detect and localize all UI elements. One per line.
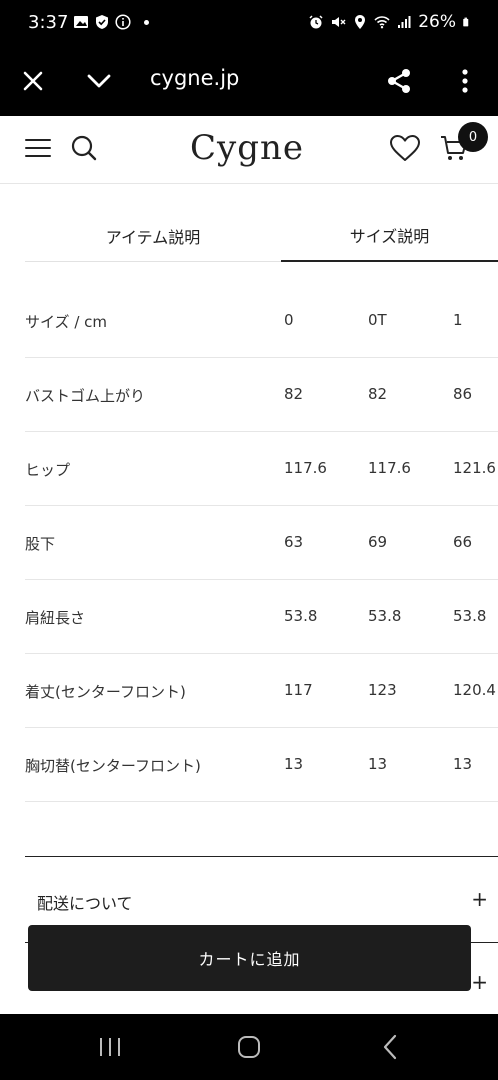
table-row: 着丈(センターフロント) 117 123 120.4 xyxy=(25,654,498,728)
status-system-icons: 26% xyxy=(308,12,472,32)
row-label: バストゴム上がり xyxy=(25,387,146,405)
table-row: 股下 63 69 66 xyxy=(25,506,498,580)
heart-icon[interactable] xyxy=(389,130,421,166)
browser-toolbar: cygne.jp xyxy=(0,46,498,116)
status-notification-icons xyxy=(73,14,149,30)
size-cell: 53.8 xyxy=(368,607,402,625)
row-label: サイズ / cm xyxy=(25,313,107,331)
table-row: 胸切替(センターフロント) 13 13 13 xyxy=(25,728,498,802)
gallery-icon xyxy=(74,16,88,28)
size-cell: 117 xyxy=(284,681,313,699)
row-label: 胸切替(センターフロント) xyxy=(25,757,201,775)
home-icon[interactable] xyxy=(229,1032,269,1062)
more-options-icon[interactable] xyxy=(446,62,484,100)
menu-icon[interactable] xyxy=(22,130,54,166)
size-cell: 86 xyxy=(453,385,473,403)
size-cell: 82 xyxy=(368,385,388,403)
back-icon[interactable] xyxy=(370,1032,410,1062)
add-to-cart-button[interactable]: カートに追加 xyxy=(28,925,471,991)
size-cell: 63 xyxy=(284,533,304,551)
size-cell: 0 xyxy=(284,311,294,329)
size-cell: 53.8 xyxy=(284,607,318,625)
notification-dot-icon xyxy=(144,19,149,25)
alarm-icon xyxy=(309,15,323,29)
size-cell: 66 xyxy=(453,533,473,551)
plus-icon[interactable]: + xyxy=(471,970,488,994)
size-cell: 13 xyxy=(453,755,473,773)
size-cell: 69 xyxy=(368,533,388,551)
size-cell: 121.6 xyxy=(453,459,496,477)
cart-count-badge[interactable]: 0 xyxy=(458,122,488,152)
shield-icon xyxy=(96,15,108,29)
size-cell: 53.8 xyxy=(453,607,487,625)
size-cell: 117.6 xyxy=(368,459,411,477)
size-cell: 13 xyxy=(284,755,304,773)
table-row: バストゴム上がり 82 82 86 xyxy=(25,358,498,432)
row-label: 股下 xyxy=(25,535,56,553)
tab-item-description[interactable]: アイテム説明 xyxy=(25,210,281,262)
mute-icon xyxy=(332,17,346,27)
tab-size-description[interactable]: サイズ説明 xyxy=(281,210,498,262)
size-cell: 13 xyxy=(368,755,388,773)
table-row: ヒップ 117.6 117.6 121.6 xyxy=(25,432,498,506)
site-header: Cygne xyxy=(0,116,498,184)
chevron-down-icon[interactable] xyxy=(80,62,118,100)
share-icon[interactable] xyxy=(380,62,418,100)
battery-level: 26% xyxy=(418,12,456,32)
status-bar: 3:37 26% xyxy=(0,0,498,46)
size-cell: 0T xyxy=(368,311,387,329)
location-icon xyxy=(355,15,366,29)
info-icon xyxy=(115,14,131,30)
size-cell: 120.4 xyxy=(453,681,496,699)
status-time: 3:37 xyxy=(28,12,69,33)
size-cell: 123 xyxy=(368,681,397,699)
plus-icon[interactable]: + xyxy=(471,887,488,911)
system-nav-bar xyxy=(0,1014,498,1080)
close-icon[interactable] xyxy=(14,62,52,100)
row-label: 肩紐長さ xyxy=(25,609,86,627)
row-label: 着丈(センターフロント) xyxy=(25,683,186,701)
battery-icon xyxy=(463,17,469,27)
signal-icon xyxy=(398,16,411,28)
table-row: サイズ / cm 0 0T 1 xyxy=(25,284,498,358)
size-cell: 1 xyxy=(453,311,463,329)
size-cell: 82 xyxy=(284,385,304,403)
search-icon[interactable] xyxy=(68,130,100,166)
size-table: サイズ / cm 0 0T 1 バストゴム上がり 82 82 86 ヒップ 11… xyxy=(25,284,498,802)
row-label: ヒップ xyxy=(25,461,71,479)
accordion-label: 配送について xyxy=(37,894,133,913)
recent-apps-icon[interactable] xyxy=(90,1032,130,1062)
description-tabs: アイテム説明 サイズ説明 xyxy=(25,210,498,262)
site-logo[interactable]: Cygne xyxy=(190,128,304,168)
table-row: 肩紐長さ 53.8 53.8 53.8 xyxy=(25,580,498,654)
size-cell: 117.6 xyxy=(284,459,327,477)
wifi-icon xyxy=(374,16,390,29)
page-url[interactable]: cygne.jp xyxy=(150,66,239,90)
